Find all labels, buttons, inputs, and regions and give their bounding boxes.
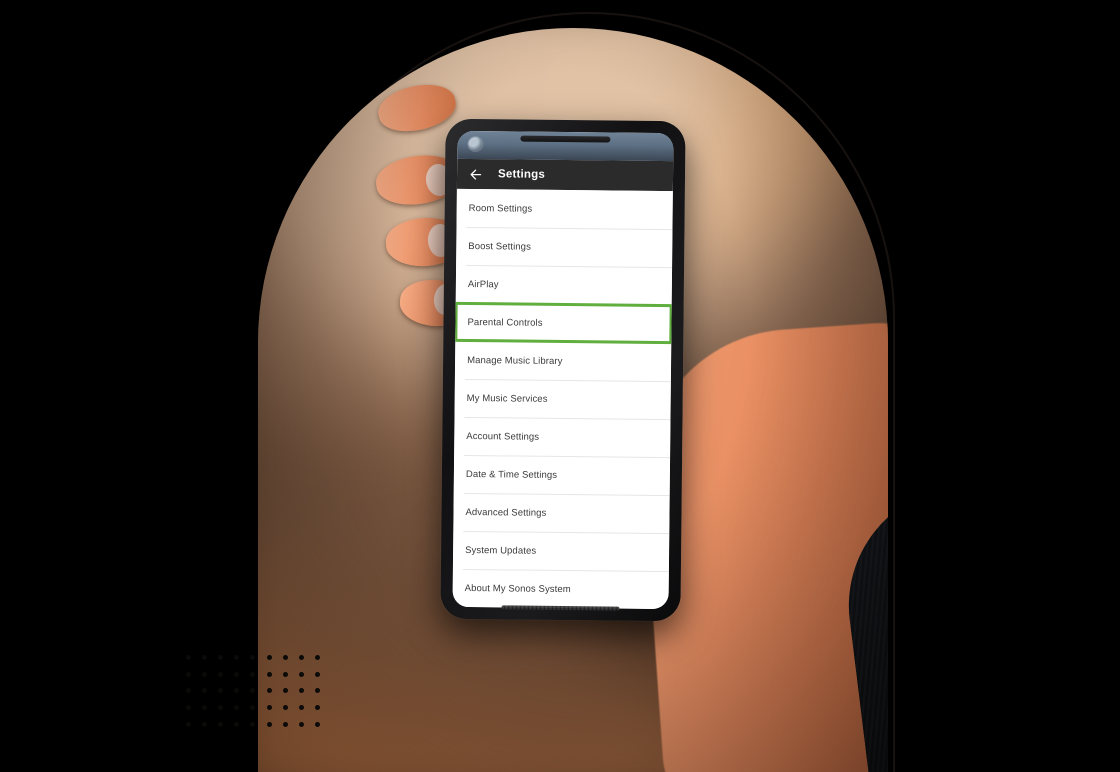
grid-dot <box>282 705 288 711</box>
grid-dot <box>282 722 288 728</box>
grid-dot <box>185 705 191 711</box>
settings-list-item[interactable]: Date & Time Settings <box>454 455 670 495</box>
grid-dot <box>250 654 256 660</box>
grid-dot <box>234 671 240 677</box>
grid-dot <box>299 705 305 711</box>
earpiece-speaker-icon <box>520 135 611 143</box>
settings-list-item-label: Parental Controls <box>467 316 543 329</box>
grid-dot <box>185 671 191 677</box>
dot-grid-decoration <box>180 649 326 733</box>
grid-dot <box>218 671 224 677</box>
grid-dot <box>299 688 305 694</box>
settings-list-item-label: Boost Settings <box>468 240 532 253</box>
speaker-grille-icon <box>501 605 620 611</box>
grid-dot <box>315 688 321 694</box>
grid-dot <box>201 705 207 711</box>
settings-list-item-label: Account Settings <box>466 430 540 443</box>
grid-dot <box>234 688 240 694</box>
grid-dot <box>250 688 256 694</box>
back-arrow-icon[interactable] <box>467 165 484 182</box>
settings-list-item-highlighted[interactable]: Parental Controls <box>454 301 673 345</box>
phone-chin <box>452 605 668 617</box>
grid-dot <box>266 722 272 728</box>
settings-list-item-label: My Music Services <box>466 392 548 405</box>
settings-list: Room Settings Boost Settings AirPlay Parent… <box>452 188 673 610</box>
grid-dot <box>218 705 224 711</box>
settings-list-item[interactable]: Manage Music Library <box>455 341 671 381</box>
settings-list-item[interactable]: System Updates <box>453 531 669 571</box>
settings-list-item[interactable]: My Music Services <box>455 379 671 419</box>
smartphone-device: Settings Room Settings Boost Settings AirP… <box>440 118 686 622</box>
settings-list-item[interactable]: Account Settings <box>454 417 670 457</box>
grid-dot <box>201 671 207 677</box>
settings-list-item-label: Room Settings <box>468 202 533 215</box>
settings-list-item[interactable]: Boost Settings <box>456 227 672 267</box>
grid-dot <box>250 671 256 677</box>
grid-dot <box>234 722 240 728</box>
settings-list-item[interactable]: AirPlay <box>456 265 672 305</box>
phone-screen: Settings Room Settings Boost Settings AirP… <box>452 130 674 610</box>
grid-dot <box>282 688 288 694</box>
settings-list-item-label: About My Sonos System <box>464 582 571 595</box>
settings-list-item[interactable]: About My Sonos System <box>453 569 669 609</box>
settings-list-item[interactable]: Advanced Settings <box>453 493 669 533</box>
grid-dot <box>282 671 288 677</box>
grid-dot <box>201 722 207 728</box>
settings-list-item-label: Manage Music Library <box>467 354 563 367</box>
app-bar-title: Settings <box>497 168 546 181</box>
grid-dot <box>299 654 305 660</box>
camera-dot-icon <box>468 136 483 152</box>
grid-dot <box>250 722 256 728</box>
grid-dot <box>185 722 191 728</box>
grid-dot <box>218 722 224 728</box>
grid-dot <box>266 705 272 711</box>
settings-list-item-label: Date & Time Settings <box>465 468 558 481</box>
app-bar: Settings <box>456 158 674 192</box>
grid-dot <box>201 654 207 660</box>
settings-list-item-label: System Updates <box>465 544 537 557</box>
grid-dot <box>234 705 240 711</box>
grid-dot <box>315 654 321 660</box>
grid-dot <box>250 705 256 711</box>
grid-dot <box>299 671 305 677</box>
grid-dot <box>218 688 224 694</box>
settings-list-item-label: AirPlay <box>467 278 499 290</box>
grid-dot <box>315 671 321 677</box>
grid-dot <box>282 654 288 660</box>
grid-dot <box>185 654 191 660</box>
grid-dot <box>201 688 207 694</box>
grid-dot <box>315 705 321 711</box>
grid-dot <box>266 654 272 660</box>
grid-dot <box>266 671 272 677</box>
page-canvas: Settings Room Settings Boost Settings AirP… <box>0 0 1120 772</box>
grid-dot <box>266 688 272 694</box>
phone-status-bar <box>457 130 674 162</box>
grid-dot <box>315 722 321 728</box>
grid-dot <box>185 688 191 694</box>
grid-dot <box>234 654 240 660</box>
grid-dot <box>299 722 305 728</box>
settings-list-item-label: Advanced Settings <box>465 506 547 519</box>
grid-dot <box>218 654 224 660</box>
settings-list-item[interactable]: Room Settings <box>456 189 672 229</box>
